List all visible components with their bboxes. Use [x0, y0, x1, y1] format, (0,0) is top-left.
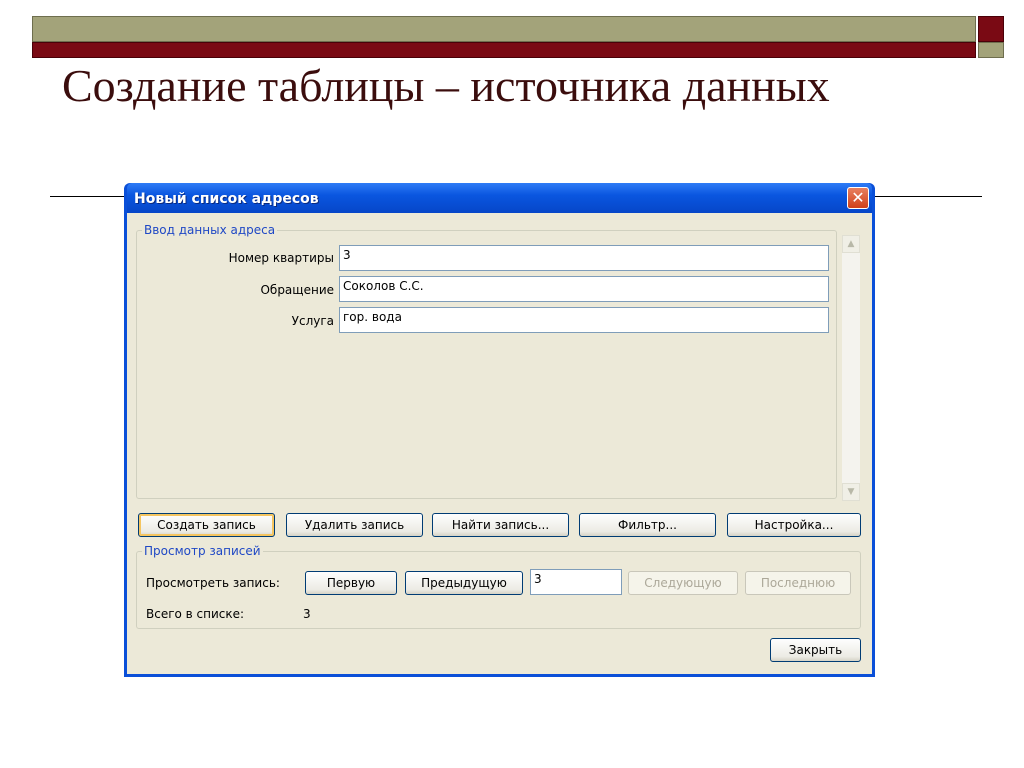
close-icon[interactable]: ✕	[847, 187, 869, 209]
scroll-up-icon[interactable]: ▲	[842, 235, 860, 253]
address-entry-legend: Ввод данных адреса	[142, 223, 278, 237]
field-label-salutation: Обращение	[260, 283, 334, 297]
previous-record-button[interactable]: Предыдущую	[405, 571, 523, 595]
new-address-list-dialog: Новый список адресов ✕ Ввод данных адрес…	[124, 183, 875, 677]
field-label-apartment-number: Номер квартиры	[228, 251, 334, 265]
close-dialog-button[interactable]: Закрыть	[770, 638, 861, 662]
browse-records-legend: Просмотр записей	[142, 544, 263, 558]
next-record-button[interactable]: Следующую	[628, 571, 738, 595]
slide-title: Создание таблицы – источника данных	[62, 60, 830, 111]
find-record-button[interactable]: Найти запись...	[432, 513, 569, 537]
dialog-titlebar[interactable]: Новый список адресов ✕	[127, 183, 872, 213]
settings-button[interactable]: Настройка...	[727, 513, 861, 537]
entry-scrollbar[interactable]: ▲ ▼	[842, 235, 860, 501]
first-record-button[interactable]: Первую	[305, 571, 397, 595]
scroll-down-icon[interactable]: ▼	[842, 483, 860, 501]
field-label-service: Услуга	[291, 314, 334, 328]
slide-decoration-bar-top	[32, 16, 976, 42]
dialog-title: Новый список адресов	[134, 191, 319, 207]
view-record-label: Просмотреть запись:	[146, 576, 280, 590]
last-record-button[interactable]: Последнюю	[745, 571, 851, 595]
total-records-label: Всего в списке:	[146, 607, 245, 621]
slide-decoration-corner-top	[978, 16, 1004, 42]
salutation-input[interactable]: Соколов С.С.	[339, 276, 829, 302]
dialog-client-area: Ввод данных адреса Номер квартиры 3 Обра…	[127, 213, 872, 674]
total-records-value: 3	[303, 607, 311, 621]
filter-button[interactable]: Фильтр...	[579, 513, 716, 537]
create-record-button[interactable]: Создать запись	[138, 513, 275, 537]
service-input[interactable]: гор. вода	[339, 307, 829, 333]
current-record-input[interactable]: 3	[530, 569, 622, 595]
apartment-number-input[interactable]: 3	[339, 245, 829, 271]
slide-decoration-corner-bottom	[978, 42, 1004, 58]
delete-record-button[interactable]: Удалить запись	[286, 513, 423, 537]
